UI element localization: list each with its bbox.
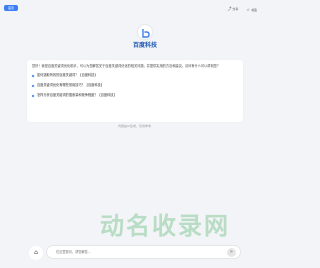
bullet-icon (31, 74, 35, 77)
suggested-question[interactable]: 怎样分析百度关键词的搜索量和竞争程度？【百度科技】 (31, 93, 238, 98)
bullet-icon (31, 94, 35, 97)
share-icon: ⤴ (227, 6, 232, 11)
logo-icon (138, 25, 152, 39)
bullet-icon (31, 84, 35, 87)
send-button[interactable]: ➤ (227, 248, 236, 257)
home-button[interactable]: 首页 (4, 5, 18, 11)
chat-input[interactable] (54, 249, 208, 255)
bookmark-action[interactable]: ☆书签 (246, 7, 257, 12)
suggested-question[interactable]: 百度关键词优化有哪些常用技巧？【百度科技】 (31, 83, 238, 88)
logo-text: 百度科技 (132, 42, 157, 49)
bookmark-icon: ☆ (246, 6, 250, 12)
ai-disclaimer: 内容由AI生成，仅供参考 (118, 124, 151, 128)
chat-message-card: 您好！我是百度关键词优化助手，可以为您解答关于百度关键词优化的相关问题，并提供实… (27, 60, 243, 122)
apps-icon: ⌂ (34, 249, 38, 256)
header-actions: ⤴分享 ☆书签 (227, 6, 257, 12)
watermark-logo: 动名收录网 (100, 212, 230, 240)
apps-button[interactable]: ⌂ (29, 246, 43, 260)
suggested-question[interactable]: 如何选取有效的百度关键词？【百度科技】 (31, 73, 238, 78)
assistant-intro: 您好！我是百度关键词优化助手，可以为您解答关于百度关键词优化的相关问题，并提供实… (32, 64, 221, 68)
chat-input-box[interactable]: ➤ (46, 245, 241, 259)
share-action[interactable]: ⤴分享 (227, 6, 238, 12)
brand-logo: 百度科技 (127, 25, 163, 49)
send-icon: ➤ (229, 249, 234, 255)
